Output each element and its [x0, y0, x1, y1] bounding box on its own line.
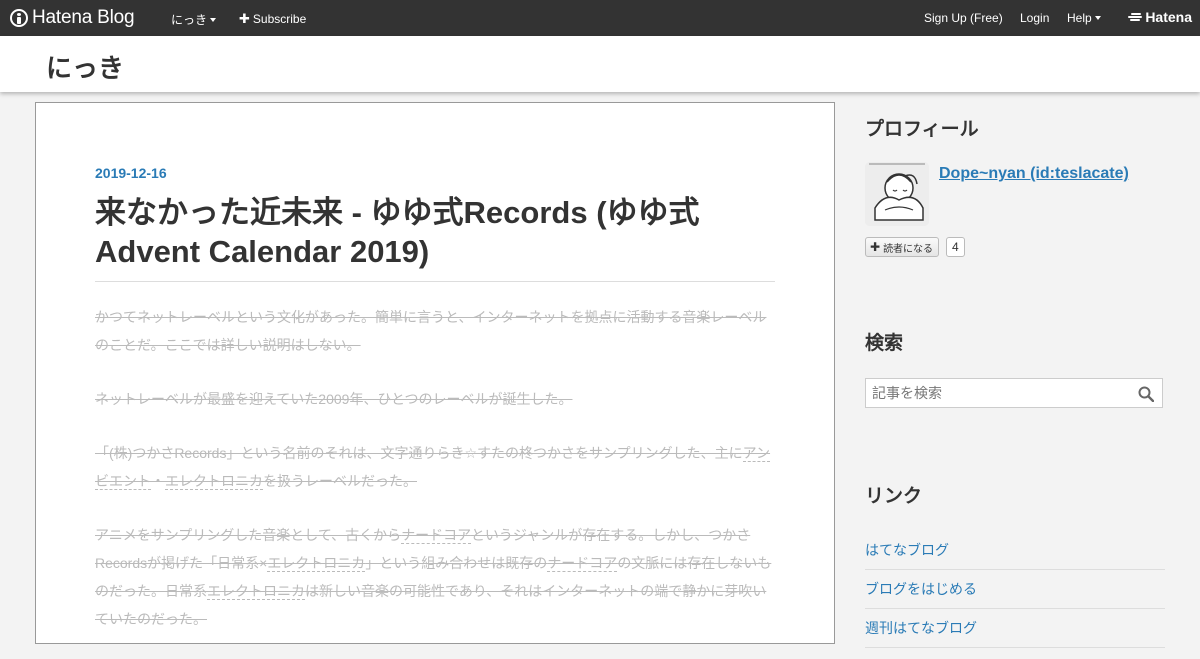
entry-title[interactable]: 来なかった近未来 - ゆゆ式Records (ゆゆ式 Advent Calend… — [95, 193, 735, 271]
hatena-brand-link[interactable]: Hatena — [1128, 9, 1192, 25]
signup-link[interactable]: Sign Up (Free) — [924, 11, 1003, 25]
chevron-down-icon — [210, 17, 217, 22]
article-container: 2019-12-16 来なかった近未来 - ゆゆ式Records (ゆゆ式 Ad… — [35, 102, 835, 644]
profile-name-link[interactable]: Dope~nyan (id:teslacate) — [939, 165, 1129, 183]
search-input[interactable] — [866, 379, 1128, 407]
entry-paragraph: アニメをサンプリングした音楽として、古くからナードコアというジャンルが存在する。… — [95, 521, 775, 633]
link-item[interactable]: 週刊はてなブログ — [865, 609, 1165, 648]
login-label: Login — [1020, 11, 1050, 25]
hatena-brand-text: Hatena — [1145, 9, 1192, 25]
keyword-link[interactable]: エレクトロニカ — [165, 473, 263, 490]
avatar[interactable] — [865, 162, 929, 226]
entry-paragraph: ネットレーベルが最盛を迎えていた2009年、ひとつのレーベルが誕生した。 — [95, 391, 573, 407]
blog-title[interactable]: にっき — [46, 48, 124, 85]
entry-body: かつてネットレーベルという文化があった。簡単に言うと、インターネットを拠点に活動… — [95, 303, 775, 659]
global-header: Hatena Blog にっき ✚ Subscribe Sign Up (Fre… — [0, 0, 1200, 36]
plus-icon: ✚ — [870, 240, 881, 254]
text-span: アニメをサンプリングした音楽として、古くから — [95, 527, 402, 543]
reader-subscribe-label: 読者になる — [883, 243, 934, 255]
blog-menu-label: にっき — [171, 13, 208, 27]
text-span: 」という組み合わせは既存の — [365, 555, 548, 571]
text-span: 「(株)つかさRecords」という名前のそれは、文字通りらき☆すたの柊つかさを… — [95, 445, 743, 461]
title-divider — [95, 281, 775, 282]
keyword-link[interactable]: ナードコア — [401, 527, 471, 544]
reader-subscribe-button[interactable]: ✚ 読者になる — [865, 237, 940, 257]
signup-label: Sign Up (Free) — [924, 11, 1003, 25]
help-dropdown[interactable]: Help — [1067, 11, 1101, 25]
help-label: Help — [1067, 11, 1092, 25]
search-icon[interactable] — [1138, 386, 1154, 402]
keyword-link[interactable]: エレクトロニカ — [267, 555, 366, 572]
subscribe-label: Subscribe — [252, 12, 307, 26]
text-span: を扱うレーベルだった。 — [263, 473, 417, 489]
search-box — [865, 378, 1163, 408]
hatena-blog-logo-icon — [10, 9, 28, 27]
hatena-blog-logo[interactable]: Hatena Blog — [10, 7, 135, 29]
link-item[interactable]: はてなブログ — [865, 531, 1165, 570]
entry-date[interactable]: 2019-12-16 — [95, 165, 167, 181]
profile-heading: プロフィール — [865, 119, 979, 140]
subscriber-count: 4 — [946, 237, 965, 257]
blog-header: にっき — [0, 36, 1200, 92]
keyword-link[interactable]: ナードコア — [547, 555, 618, 572]
link-item[interactable]: ブログをはじめる — [865, 570, 1165, 609]
keyword-link[interactable]: エレクトロニカ — [207, 583, 305, 600]
text-span: ・ — [151, 473, 165, 489]
blog-menu-dropdown[interactable]: にっき — [171, 11, 217, 28]
avatar-illustration-icon — [865, 162, 929, 226]
links-list: はてなブログ ブログをはじめる 週刊はてなブログ — [865, 531, 1165, 648]
subscribe-link[interactable]: ✚ Subscribe — [239, 11, 306, 27]
logo-text: Hatena Blog — [32, 7, 135, 28]
entry-paragraph: かつてネットレーベルという文化があった。簡単に言うと、インターネットを拠点に活動… — [95, 309, 767, 353]
login-link[interactable]: Login — [1020, 11, 1049, 25]
hatena-brand-icon — [1128, 12, 1143, 22]
search-heading: 検索 — [865, 333, 904, 354]
chevron-down-icon — [1094, 16, 1101, 20]
plus-icon: ✚ — [239, 11, 250, 26]
links-heading: リンク — [865, 486, 923, 507]
entry-paragraph: 「(株)つかさRecords」という名前のそれは、文字通りらき☆すたの柊つかさを… — [95, 439, 775, 495]
